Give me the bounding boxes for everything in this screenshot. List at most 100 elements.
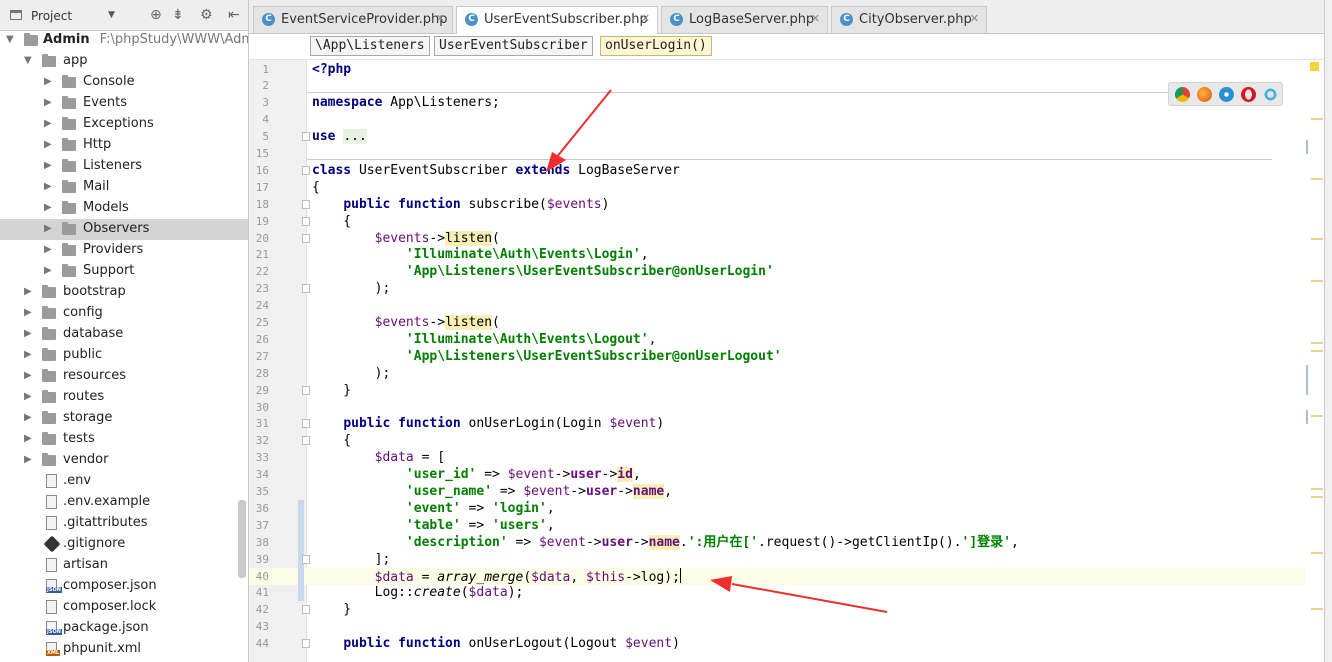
code-text[interactable]: $events->listen(: [312, 314, 500, 331]
tree-item-support[interactable]: ▶ Support: [0, 261, 248, 282]
project-scrollbar[interactable]: [238, 500, 246, 578]
code-text[interactable]: public function onUserLogin(Login $event…: [312, 415, 664, 432]
fold-toggle-icon[interactable]: [302, 385, 310, 395]
fold-toggle-icon[interactable]: [302, 132, 310, 142]
code-line[interactable]: 32 {: [249, 432, 1332, 449]
code-line[interactable]: 4: [249, 111, 1332, 128]
code-line[interactable]: 34 'user_id' => $event->user->id,: [249, 466, 1332, 483]
code-text[interactable]: }: [312, 382, 351, 399]
code-text[interactable]: 'App\Listeners\UserEventSubscriber@onUse…: [312, 348, 782, 365]
breadcrumb-item[interactable]: \App\Listeners: [310, 36, 430, 56]
safari-icon[interactable]: [1219, 87, 1234, 102]
chevron-right-icon[interactable]: ▶: [44, 265, 52, 276]
code-line[interactable]: 43: [249, 618, 1332, 635]
tree-item-storage[interactable]: ▶ storage: [0, 408, 248, 429]
change-marker[interactable]: [1306, 365, 1308, 395]
chevron-right-icon[interactable]: ▶: [44, 160, 52, 171]
chevron-right-icon[interactable]: ▶: [44, 181, 52, 192]
tab-logbaseserver[interactable]: C LogBaseServer.php ✕: [661, 6, 828, 33]
fold-toggle-icon[interactable]: [302, 605, 310, 615]
tree-item-app[interactable]: ▼ app: [0, 51, 248, 72]
change-marker[interactable]: [1306, 410, 1308, 424]
tree-item-resources[interactable]: ▶ resources: [0, 366, 248, 387]
tree-item-public[interactable]: ▶ public: [0, 345, 248, 366]
code-line[interactable]: 16 class UserEventSubscriber extends LogB…: [249, 162, 1332, 179]
marker[interactable]: [1311, 342, 1323, 344]
marker[interactable]: [1311, 552, 1323, 554]
code-text[interactable]: 'table' => 'users',: [312, 517, 555, 534]
hide-panel-icon[interactable]: ⇤: [228, 7, 240, 23]
tree-item-tests[interactable]: ▶ tests: [0, 429, 248, 450]
marker[interactable]: [1311, 608, 1323, 610]
code-text[interactable]: namespace App\Listeners;: [312, 94, 500, 111]
code-text[interactable]: 'Illuminate\Auth\Events\Login',: [312, 246, 649, 263]
tree-item-config[interactable]: ▶ config: [0, 303, 248, 324]
tab-usereventsubscriber[interactable]: C UserEventSubscriber.php ✕: [456, 6, 658, 34]
code-text[interactable]: public function subscribe($events): [312, 196, 609, 213]
tree-item-package-json[interactable]: package.json: [0, 618, 248, 639]
code-text[interactable]: );: [312, 365, 391, 382]
marker[interactable]: [1311, 178, 1323, 180]
breadcrumb-item[interactable]: UserEventSubscriber: [434, 36, 593, 56]
code-line[interactable]: 36 'event' => 'login',: [249, 499, 1332, 517]
chevron-right-icon[interactable]: ▶: [24, 349, 32, 360]
tree-item-listeners[interactable]: ▶ Listeners: [0, 156, 248, 177]
chevron-down-icon[interactable]: ▼: [24, 55, 32, 66]
chevron-right-icon[interactable]: ▶: [44, 97, 52, 108]
code-text[interactable]: 'user_name' => $event->user->name,: [312, 483, 672, 500]
chevron-right-icon[interactable]: ▶: [44, 139, 52, 150]
code-line[interactable]: 5 use ...: [249, 128, 1332, 145]
tree-item-bootstrap[interactable]: ▶ bootstrap: [0, 282, 248, 303]
close-icon[interactable]: ✕: [811, 12, 820, 25]
tree-item-events[interactable]: ▶ Events: [0, 93, 248, 114]
code-text[interactable]: }: [312, 601, 351, 618]
code-text[interactable]: $data = [: [312, 449, 445, 466]
code-text[interactable]: {: [312, 432, 351, 449]
code-text[interactable]: ];: [312, 551, 391, 568]
marker[interactable]: [1311, 496, 1323, 498]
code-text[interactable]: );: [312, 280, 391, 297]
tree-item-env-example[interactable]: .env.example: [0, 492, 248, 513]
chevron-right-icon[interactable]: ▶: [44, 223, 52, 234]
chevron-right-icon[interactable]: ▶: [24, 328, 32, 339]
chevron-right-icon[interactable]: ▶: [24, 433, 32, 444]
tree-item-composer-lock[interactable]: composer.lock: [0, 597, 248, 618]
fold-toggle-icon[interactable]: [302, 419, 310, 429]
tab-eventserviceprovider[interactable]: C EventServiceProvider.php ✕: [253, 6, 453, 33]
fold-toggle-icon[interactable]: [302, 436, 310, 446]
chevron-right-icon[interactable]: ▶: [44, 244, 52, 255]
fold-toggle-icon[interactable]: [302, 639, 310, 649]
tree-item-artisan[interactable]: artisan: [0, 555, 248, 576]
code-line[interactable]: 23 );: [249, 280, 1332, 297]
code-line[interactable]: 26 'Illuminate\Auth\Events\Logout',: [249, 331, 1332, 348]
code-line[interactable]: 31 public function onUserLogin(Login $ev…: [249, 415, 1332, 432]
code-line[interactable]: 18 public function subscribe($events): [249, 196, 1332, 213]
inspection-status-icon[interactable]: [1310, 62, 1319, 71]
tree-item-phpunit-xml[interactable]: phpunit.xml: [0, 639, 248, 660]
gear-icon[interactable]: ⚙: [200, 7, 213, 23]
chevron-down-icon[interactable]: ▼: [6, 34, 14, 45]
tree-item-providers[interactable]: ▶ Providers: [0, 240, 248, 261]
code-line[interactable]: 37 'table' => 'users',: [249, 516, 1332, 534]
fold-toggle-icon[interactable]: [302, 199, 310, 209]
code-line[interactable]: 30: [249, 399, 1332, 416]
marker[interactable]: [1311, 280, 1323, 282]
code-line[interactable]: 35 'user_name' => $event->user->name,: [249, 483, 1332, 500]
fold-toggle-icon[interactable]: [302, 165, 310, 175]
marker[interactable]: [1311, 238, 1323, 240]
firefox-icon[interactable]: [1197, 87, 1212, 102]
code-text[interactable]: class UserEventSubscriber extends LogBas…: [312, 162, 680, 179]
fold-toggle-icon[interactable]: [302, 554, 310, 564]
tab-cityobserver[interactable]: C CityObserver.php ✕: [831, 6, 987, 33]
breadcrumb-item[interactable]: onUserLogin(): [600, 36, 712, 56]
tree-item-http[interactable]: ▶ Http: [0, 135, 248, 156]
code-text[interactable]: public function onUserLogout(Logout $eve…: [312, 635, 680, 652]
code-text[interactable]: 'description' => $event->user->name.':用户…: [312, 534, 1019, 551]
code-line[interactable]: 17 {: [249, 179, 1332, 196]
tree-item-exceptions[interactable]: ▶ Exceptions: [0, 114, 248, 135]
tree-item-database[interactable]: ▶ database: [0, 324, 248, 345]
tree-item-env[interactable]: .env: [0, 471, 248, 492]
marker[interactable]: [1311, 350, 1323, 352]
tree-root-admin[interactable]: ▼ Admin F:\phpStudy\WWW\Admin: [0, 30, 248, 51]
fold-toggle-icon[interactable]: [302, 233, 310, 243]
